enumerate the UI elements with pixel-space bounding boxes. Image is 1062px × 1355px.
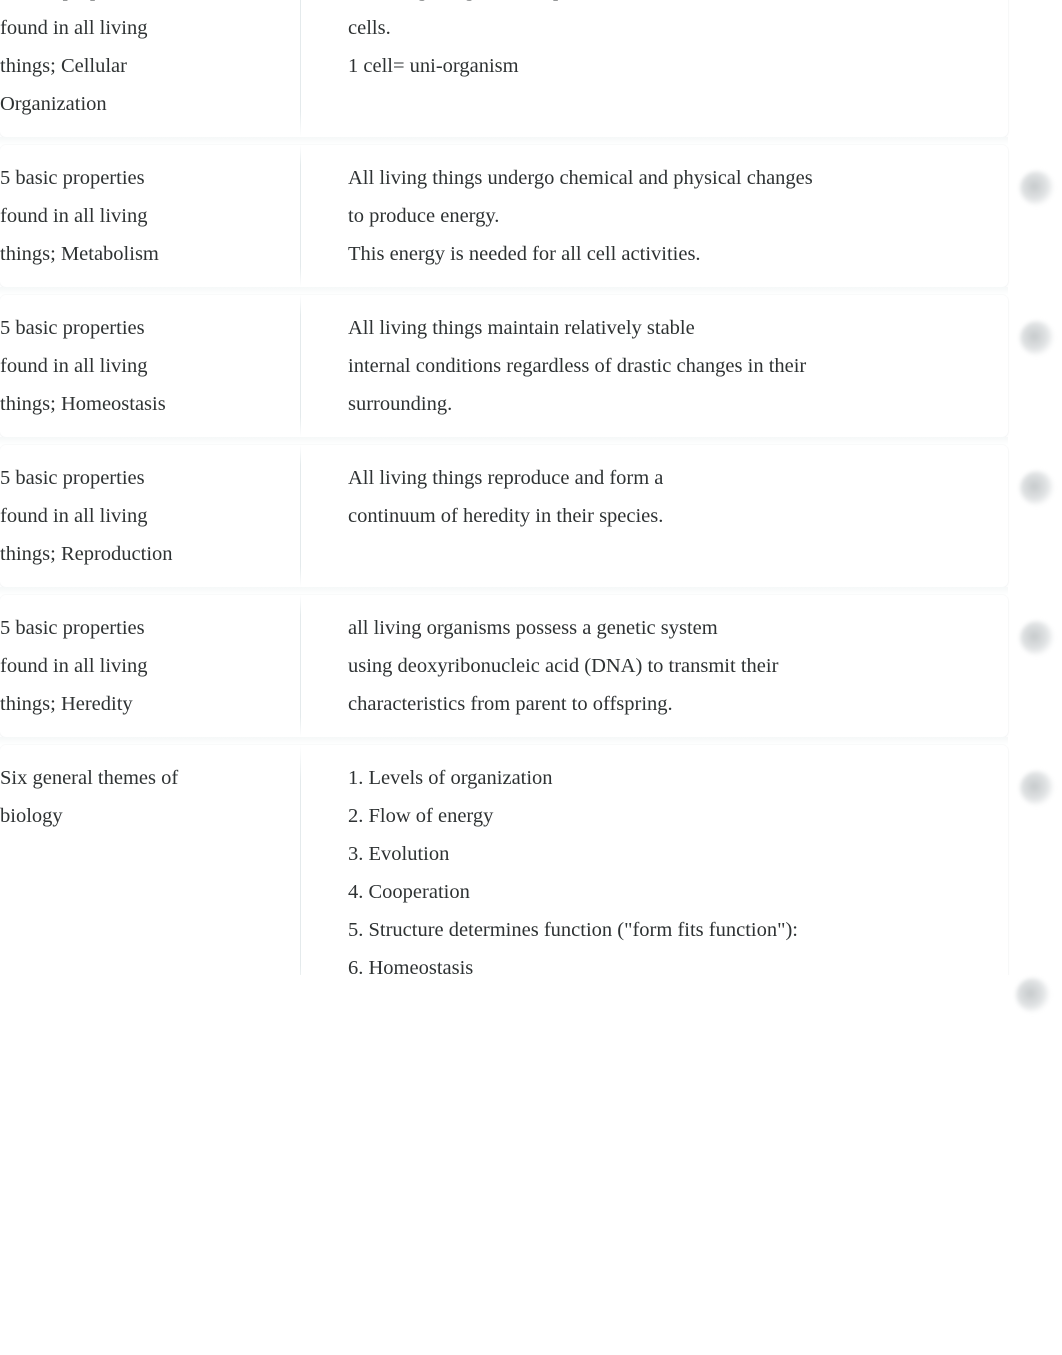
term-line: things; Cellular: [0, 55, 127, 77]
term-line: things; Homeostasis: [0, 393, 166, 415]
flashcard-term: 5 basic properties found in all living thi…: [0, 159, 300, 273]
flashcard-definition: All living things reproduce and form a co…: [301, 459, 1008, 535]
term-line: Organization: [0, 93, 107, 115]
empty-area-below-list: [0, 975, 1062, 1355]
flashcard-definition: All living things are composed of cells. 1…: [301, 0, 1008, 85]
definition-line: using deoxyribonucleic acid (DNA) to tra…: [348, 655, 779, 677]
flashcard-row[interactable]: 5 basic properties found in all living thi…: [0, 445, 1054, 595]
term-line: found in all living: [0, 205, 148, 227]
definition-line: surrounding.: [348, 393, 453, 415]
definition-line: All living things reproduce and form a: [348, 467, 664, 489]
star-icon[interactable]: [1020, 171, 1054, 205]
term-line: Six general themes of: [0, 767, 179, 789]
star-icon[interactable]: [1020, 621, 1054, 655]
term-line: 5 basic properties: [0, 467, 145, 489]
term-line: found in all living: [0, 655, 148, 677]
definition-line: 1. Levels of organization: [348, 767, 553, 789]
flashcard-term: Six general themes of biology: [0, 759, 300, 835]
definition-line: All living things are composed of: [348, 0, 938, 9]
flashcard-definition: all living organisms possess a genetic s…: [301, 609, 1008, 723]
definition-line: 1 cell= uni-organism: [348, 55, 519, 77]
star-icon[interactable]: [1020, 771, 1054, 805]
flashcard-term: 5 basic properties found in all living thi…: [0, 0, 300, 123]
flashcard-definition: All living things undergo chemical and p…: [301, 159, 1008, 273]
term-line: found in all living: [0, 17, 148, 39]
flashcard-list-page: 5 basic properties found in all living thi…: [0, 0, 1062, 1355]
star-icon[interactable]: [1020, 471, 1054, 505]
flashcard-definition: All living things maintain relatively st…: [301, 309, 1008, 423]
definition-line: to produce energy.: [348, 205, 500, 227]
definition-line: continuum of heredity in their species.: [348, 505, 664, 527]
definition-line: all living organisms possess a genetic s…: [348, 617, 718, 639]
definition-line: All living things undergo chemical and p…: [348, 167, 813, 189]
flashcard-term: 5 basic properties found in all living thi…: [0, 309, 300, 423]
definition-line: 2. Flow of energy: [348, 805, 494, 827]
flashcard-row[interactable]: 5 basic properties found in all living thi…: [0, 145, 1054, 295]
flashcard-row[interactable]: 5 basic properties found in all living thi…: [0, 0, 1008, 145]
flashcard-row[interactable]: 5 basic properties found in all living thi…: [0, 595, 1054, 745]
flashcard-term: 5 basic properties found in all living thi…: [0, 609, 300, 723]
term-line: found in all living: [0, 355, 148, 377]
term-line: found in all living: [0, 505, 148, 527]
flashcard-list: 5 basic properties found in all living thi…: [0, 0, 1062, 1009]
definition-line: All living things maintain relatively st…: [348, 317, 695, 339]
star-icon[interactable]: [1016, 978, 1050, 1012]
definition-line: cells.: [348, 17, 391, 39]
flashcard-term: 5 basic properties found in all living thi…: [0, 459, 300, 573]
definition-line: characteristics from parent to offspring…: [348, 693, 673, 715]
definition-line: This energy is needed for all cell activ…: [348, 243, 701, 265]
term-line: biology: [0, 805, 63, 827]
term-line: 5 basic properties: [0, 317, 145, 339]
star-icon[interactable]: [1020, 321, 1054, 355]
definition-line: internal conditions regardless of drasti…: [348, 355, 807, 377]
definition-line: 4. Cooperation: [348, 881, 470, 903]
term-line: 5 basic properties: [0, 617, 145, 639]
definition-line: 3. Evolution: [348, 843, 450, 865]
definition-line: 5. Structure determines function ("form …: [348, 919, 798, 941]
term-line: 5 basic properties: [0, 0, 284, 9]
term-line: things; Metabolism: [0, 243, 159, 265]
flashcard-row[interactable]: Six general themes of biology 1. Levels of…: [0, 745, 1054, 1009]
flashcard-row[interactable]: 5 basic properties found in all living thi…: [0, 295, 1054, 445]
term-line: 5 basic properties: [0, 167, 145, 189]
flashcard-definition: 1. Levels of organization 2. Flow of ener…: [301, 759, 1008, 987]
term-line: things; Reproduction: [0, 543, 173, 565]
term-line: things; Heredity: [0, 693, 133, 715]
